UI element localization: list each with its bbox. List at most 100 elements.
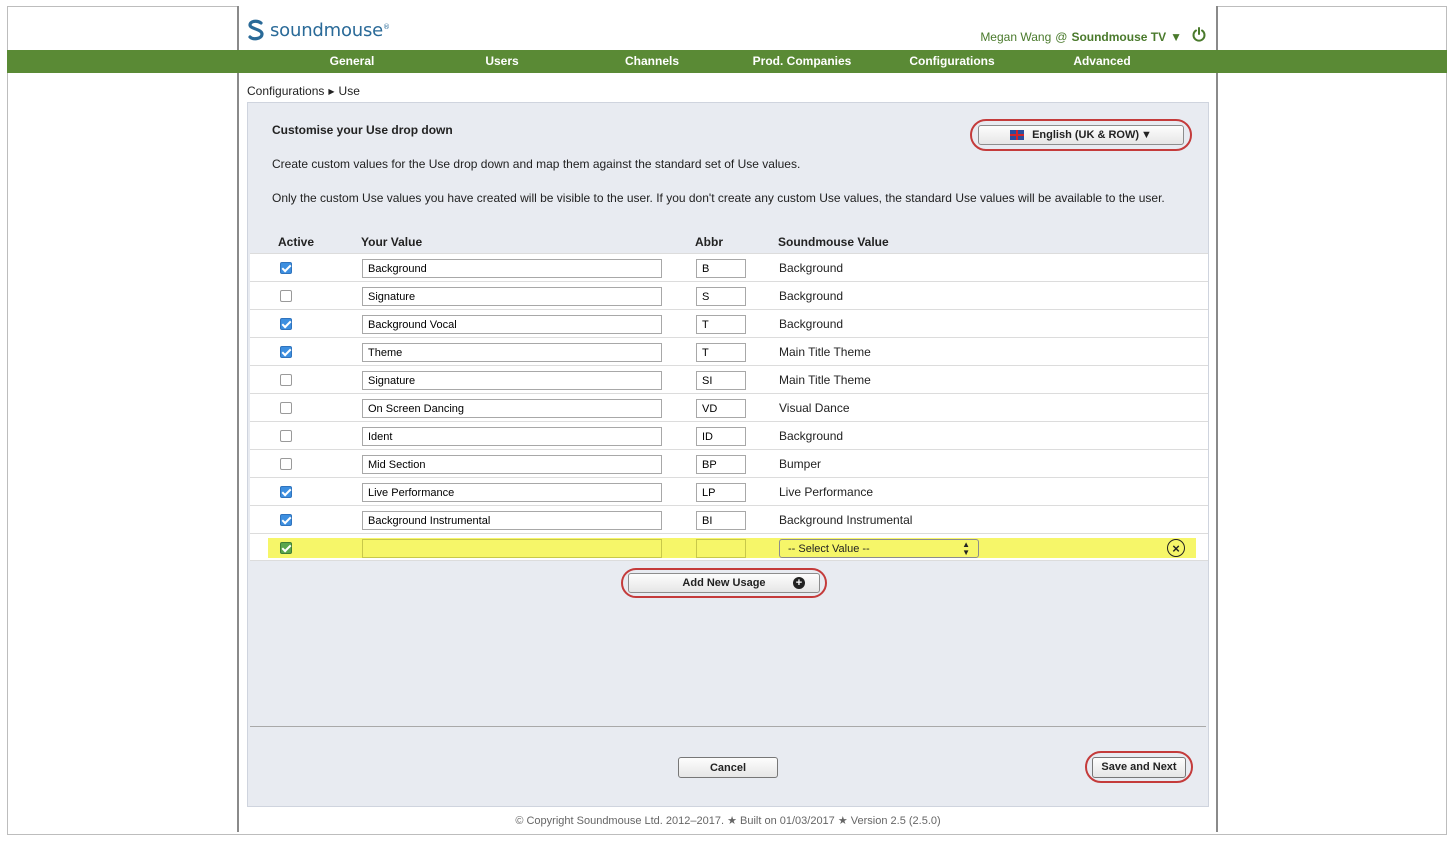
divider (250, 726, 1206, 727)
active-checkbox[interactable] (280, 402, 292, 414)
footer-copyright: © Copyright Soundmouse Ltd. 2012–2017. ★… (515, 815, 941, 827)
power-icon[interactable] (1192, 27, 1206, 47)
panel-title: Customise your Use drop down (272, 123, 453, 137)
window-border-bottom (7, 834, 1447, 835)
panel-note: Only the custom Use values you have crea… (272, 191, 1165, 205)
soundmouse-value: Live Performance (779, 485, 874, 499)
soundmouse-value: Background (779, 317, 844, 331)
new-row-value-input[interactable] (362, 539, 662, 558)
your-value-input[interactable] (362, 427, 662, 446)
your-value-input[interactable] (362, 483, 662, 502)
table-row: Background (250, 281, 1208, 309)
window-border-left (7, 6, 8, 835)
table-row: Background (250, 309, 1208, 337)
breadcrumb-arrow-icon: ▶ (328, 86, 335, 96)
soundmouse-value: Bumper (779, 457, 822, 471)
main-nav: General Users Channels Prod. Companies C… (7, 50, 1447, 73)
org-name: Soundmouse TV (1071, 30, 1167, 44)
user-menu[interactable]: Megan Wang @ Soundmouse TV ▼ (980, 27, 1206, 47)
soundmouse-value: Background (779, 429, 844, 443)
nav-channels[interactable]: Channels (577, 50, 727, 73)
abbr-input[interactable] (696, 483, 746, 502)
breadcrumb: Configurations ▶ Use (247, 84, 360, 98)
language-select-button[interactable]: English (UK & ROW) ▼ (978, 125, 1184, 145)
nav-users[interactable]: Users (427, 50, 577, 73)
at-symbol: @ (1055, 30, 1068, 44)
new-usage-row: -- Select Value -- ▲ ▼ × (250, 533, 1208, 561)
table-row: Visual Dance (250, 393, 1208, 421)
breadcrumb-configurations[interactable]: Configurations (247, 84, 324, 98)
add-new-usage-label: Add New Usage (682, 577, 766, 589)
window-border-right (1446, 6, 1447, 835)
your-value-input[interactable] (362, 315, 662, 334)
abbr-input[interactable] (696, 427, 746, 446)
table-row: Bumper (250, 449, 1208, 477)
active-checkbox[interactable] (280, 514, 292, 526)
breadcrumb-current: Use (338, 84, 360, 98)
abbr-input[interactable] (696, 399, 746, 418)
active-checkbox[interactable] (280, 290, 292, 302)
soundmouse-value-select[interactable]: -- Select Value -- ▲ ▼ (779, 539, 979, 558)
plus-icon: + (793, 577, 805, 589)
abbr-input[interactable] (696, 371, 746, 390)
active-checkbox[interactable] (280, 318, 292, 330)
your-value-input[interactable] (362, 343, 662, 362)
your-value-input[interactable] (362, 511, 662, 530)
active-checkbox[interactable] (280, 346, 292, 358)
active-checkbox[interactable] (280, 430, 292, 442)
soundmouse-value: Background (779, 289, 844, 303)
table-row: Live Performance (250, 477, 1208, 505)
panel-description: Create custom values for the Use drop do… (272, 157, 801, 171)
soundmouse-value: Visual Dance (779, 401, 850, 415)
col-header-soundmouse-value: Soundmouse Value (778, 235, 889, 249)
table-row: Background (250, 253, 1208, 281)
new-row-abbr-input[interactable] (696, 539, 746, 558)
soundmouse-value: Main Title Theme (779, 345, 871, 359)
nav-advanced[interactable]: Advanced (1027, 50, 1177, 73)
table-row: Background Instrumental (250, 505, 1208, 533)
select-arrows-icon: ▲ ▼ (962, 539, 970, 557)
header: soundmouse® Megan Wang @ Soundmouse TV ▼ (239, 6, 1216, 50)
col-header-your-value: Your Value (361, 235, 423, 249)
soundmouse-value: Background (779, 261, 844, 275)
active-checkbox[interactable] (280, 374, 292, 386)
save-callout: Save and Next (1085, 751, 1193, 783)
soundmouse-value: Main Title Theme (779, 373, 871, 387)
nav-prod-companies[interactable]: Prod. Companies (727, 50, 877, 73)
chevron-down-icon: ▼ (1141, 129, 1152, 141)
abbr-input[interactable] (696, 259, 746, 278)
remove-row-icon[interactable]: × (1167, 539, 1185, 557)
logo-text: soundmouse® (270, 19, 390, 41)
abbr-input[interactable] (696, 287, 746, 306)
col-header-abbr: Abbr (695, 235, 723, 249)
nav-general[interactable]: General (277, 50, 427, 73)
soundmouse-value: Background Instrumental (779, 513, 913, 527)
add-new-usage-button[interactable]: Add New Usage + (628, 573, 820, 593)
active-checkbox[interactable] (280, 458, 292, 470)
save-and-next-button[interactable]: Save and Next (1092, 756, 1186, 778)
table-row: Main Title Theme (250, 337, 1208, 365)
your-value-input[interactable] (362, 259, 662, 278)
abbr-input[interactable] (696, 511, 746, 530)
nav-configurations[interactable]: Configurations (877, 50, 1027, 73)
config-panel: Customise your Use drop down Create cust… (247, 102, 1209, 807)
user-name: Megan Wang (980, 30, 1052, 44)
uk-flag-icon (1010, 130, 1025, 140)
cancel-button[interactable]: Cancel (678, 757, 778, 778)
your-value-input[interactable] (362, 455, 662, 474)
table-row: Main Title Theme (250, 365, 1208, 393)
language-label: English (UK & ROW) (1032, 129, 1140, 141)
your-value-input[interactable] (362, 287, 662, 306)
soundmouse-logo-icon (248, 19, 264, 41)
your-value-input[interactable] (362, 371, 662, 390)
logo[interactable]: soundmouse® (247, 19, 390, 41)
abbr-input[interactable] (696, 455, 746, 474)
active-checkbox[interactable] (280, 262, 292, 274)
active-checkbox[interactable] (280, 486, 292, 498)
abbr-input[interactable] (696, 343, 746, 362)
language-callout: English (UK & ROW) ▼ (970, 119, 1192, 151)
usage-table: Background Background Background Main Title… (250, 253, 1208, 561)
your-value-input[interactable] (362, 399, 662, 418)
abbr-input[interactable] (696, 315, 746, 334)
new-row-active-checkbox[interactable] (280, 542, 292, 554)
